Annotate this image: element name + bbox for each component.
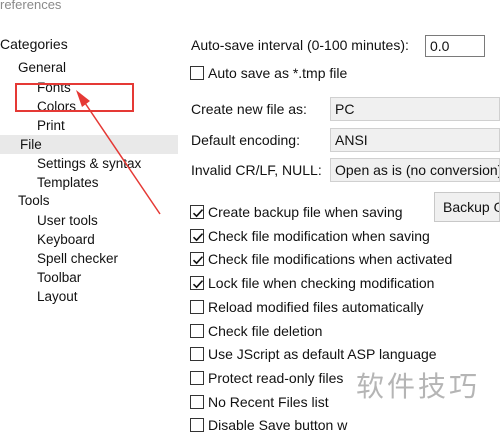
checkmark-icon — [192, 280, 204, 289]
watermark: 软件技巧 — [350, 366, 500, 408]
tree-item-user-tools[interactable]: User tools — [37, 211, 178, 230]
watermark-text: 软件技巧 — [356, 371, 481, 402]
tree-group-general[interactable]: General — [18, 60, 178, 76]
checkmark-icon — [192, 209, 204, 218]
autosave-interval-label: Auto-save interval (0-100 minutes): — [191, 37, 409, 53]
default-encoding-label: Default encoding: — [191, 132, 300, 148]
checkbox-label: No Recent Files list — [208, 393, 329, 410]
checkbox-label: Reload modified files automatically — [208, 298, 424, 315]
categories-header: Categories — [0, 36, 68, 52]
create-new-file-select[interactable]: PC — [330, 97, 500, 121]
checkbox-box[interactable] — [190, 323, 204, 338]
backup-options-button[interactable]: Backup O — [434, 192, 500, 222]
checkbox-label: Check file modifications when activated — [208, 251, 453, 268]
checkbox-box[interactable] — [190, 394, 204, 409]
checkbox-label: Disable Save button w — [208, 417, 348, 434]
checkmark-icon — [192, 232, 204, 242]
checkbox-label: Check file modification when saving — [208, 227, 430, 244]
tree-item-toolbar[interactable]: Toolbar — [37, 268, 178, 287]
window-title: references — [0, 0, 62, 12]
checkbox-box[interactable] — [190, 418, 204, 433]
checkbox-label: Use JScript as default ASP language — [208, 346, 437, 363]
checkbox-label: Check file deletion — [208, 322, 323, 339]
tree-item-spell-checker[interactable]: Spell checker — [37, 249, 178, 268]
create-new-file-label: Create new file as: — [191, 101, 307, 117]
tree-item-print[interactable]: Print — [37, 116, 178, 135]
checkbox-box[interactable] — [190, 252, 204, 267]
checkbox-label: Lock file when checking modification — [208, 275, 435, 292]
tree-item-settings-syntax[interactable]: Settings & syntax — [37, 154, 178, 173]
tree-item-keyboard[interactable]: Keyboard — [37, 230, 178, 249]
fonts-highlight-box — [15, 83, 134, 112]
tree-group-tools[interactable]: Tools — [18, 193, 178, 209]
checkbox-label: Create backup file when saving — [208, 204, 403, 220]
checkbox-box[interactable] — [190, 228, 204, 243]
checkmark-icon — [192, 256, 204, 265]
checkbox-box[interactable] — [190, 347, 204, 362]
invalid-crlf-label: Invalid CR/LF, NULL: — [191, 162, 322, 178]
invalid-crlf-select[interactable]: Open as is (no conversion) — [330, 158, 500, 182]
categories-tree: Categories General Fonts Colors Print Fi… — [0, 30, 178, 428]
tree-group-file[interactable]: File — [0, 135, 178, 154]
checkbox-box[interactable] — [190, 66, 204, 80]
checkbox-box[interactable] — [190, 299, 204, 314]
checkbox-box[interactable] — [190, 370, 204, 385]
checkbox-label: Protect read-only files — [208, 369, 344, 386]
tree-item-layout[interactable]: Layout — [37, 287, 178, 306]
checkbox-box[interactable] — [190, 276, 204, 291]
tree-item-templates[interactable]: Templates — [37, 173, 178, 192]
checkbox-box[interactable] — [190, 205, 204, 219]
autosave-interval-input[interactable]: 0.0 — [425, 35, 485, 57]
default-encoding-select[interactable]: ANSI — [330, 128, 500, 152]
checkbox-label: Auto save as *.tmp file — [208, 65, 348, 81]
